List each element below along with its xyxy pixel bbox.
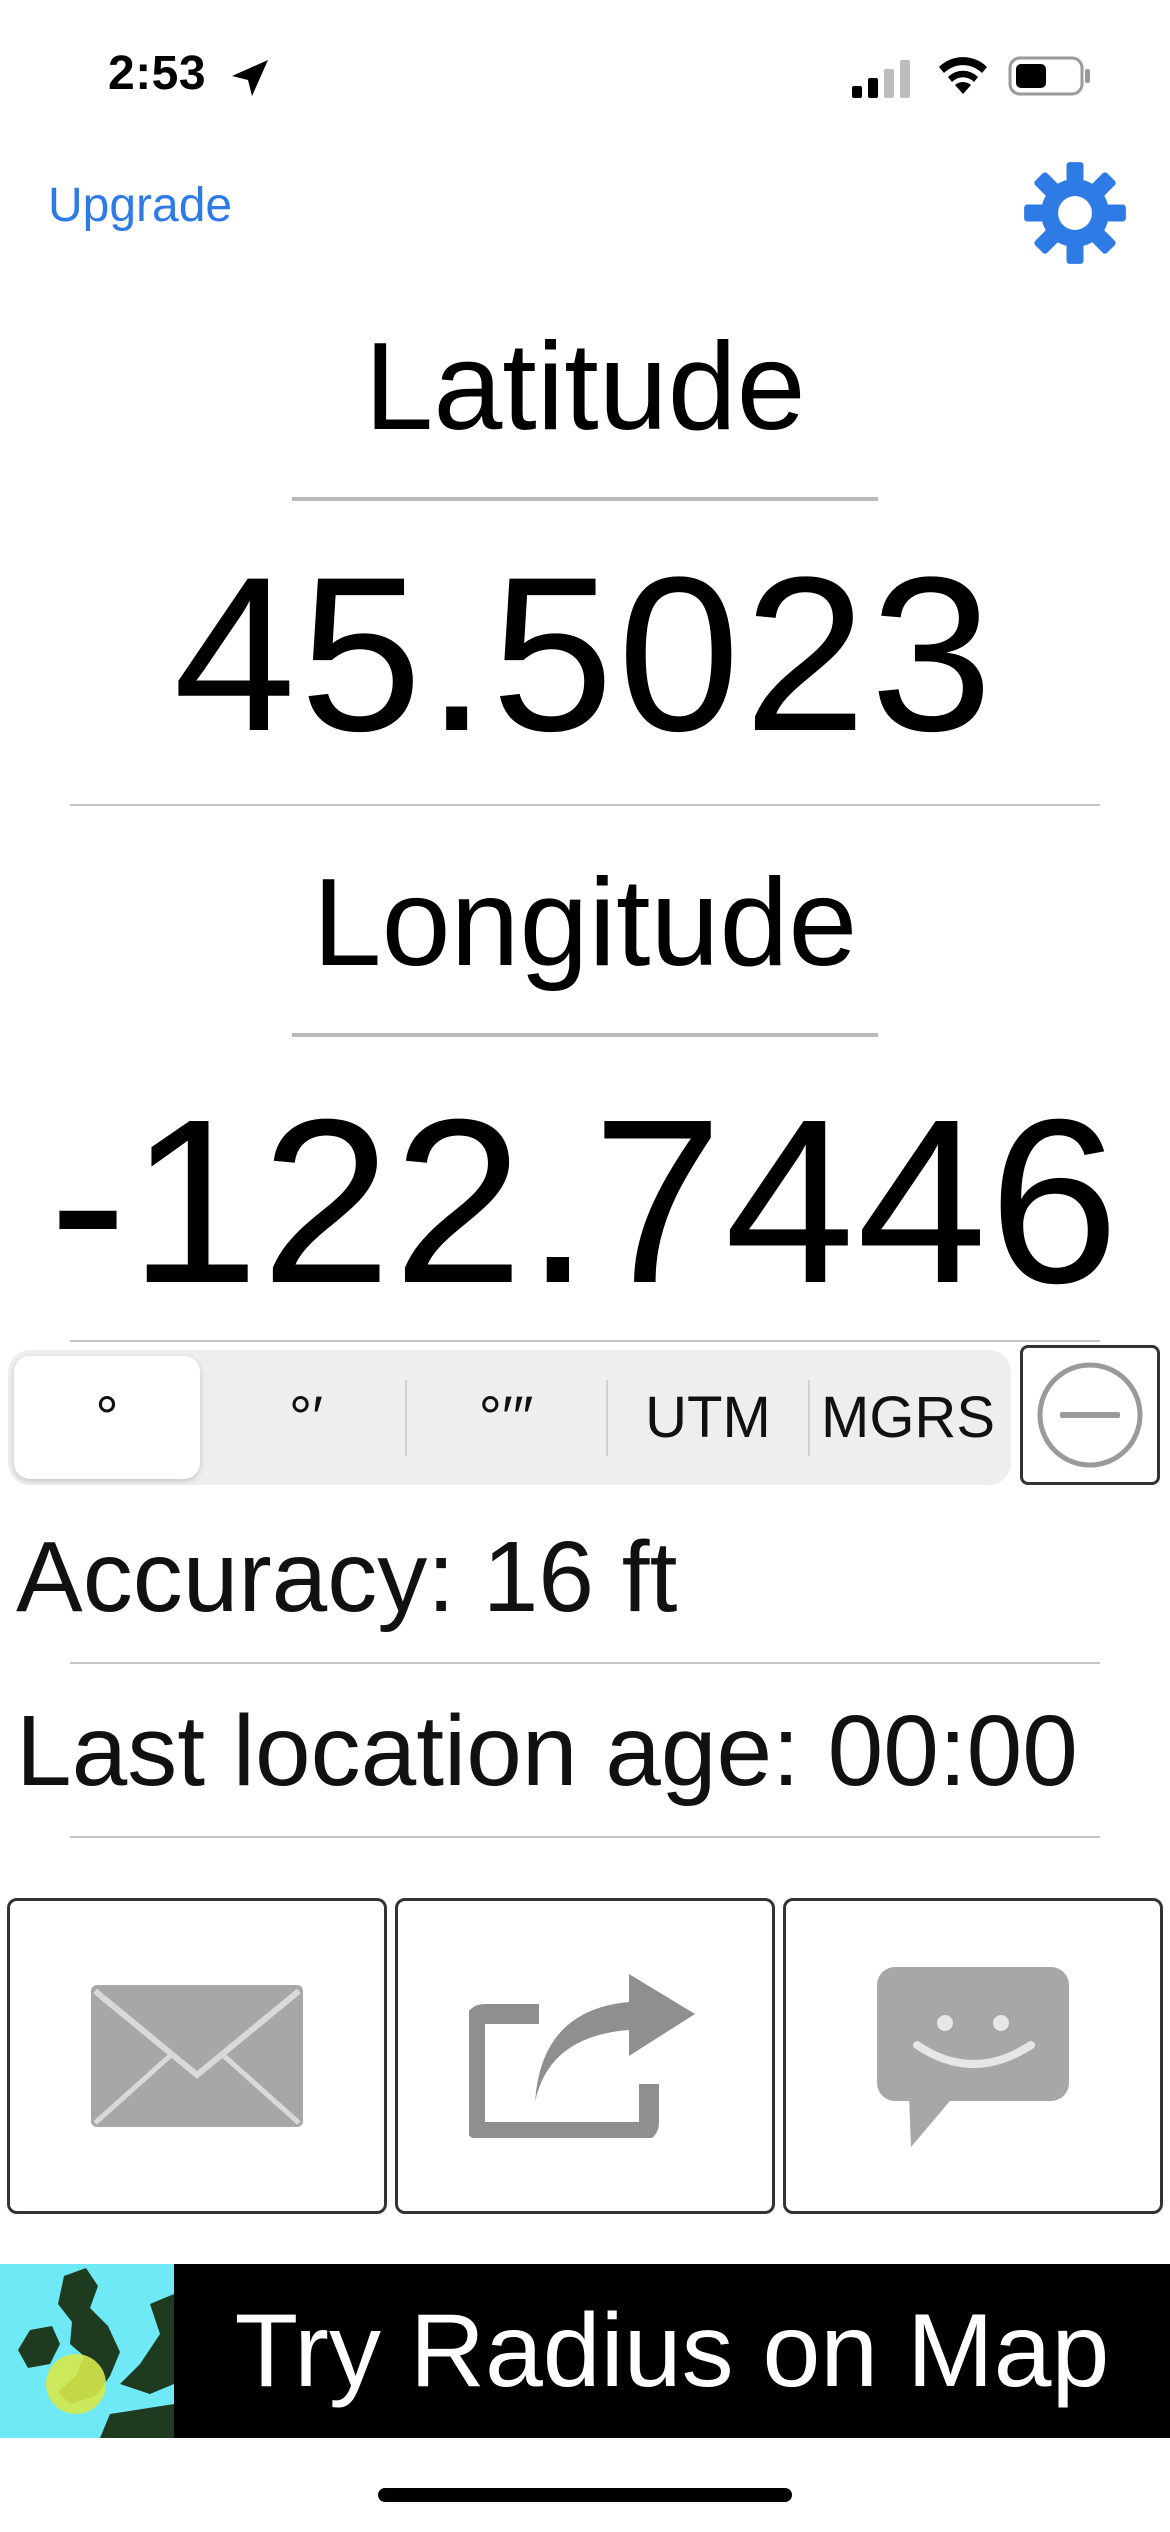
latitude-value: 45.5023: [173, 531, 997, 777]
latitude-label: Latitude: [364, 318, 806, 456]
banner-text: Try Radius on Map: [234, 2292, 1110, 2409]
accuracy-divider: [70, 1662, 1100, 1664]
upgrade-link[interactable]: Upgrade: [48, 178, 232, 233]
latitude-divider: [70, 804, 1100, 806]
status-time: 2:53: [108, 47, 207, 100]
segment-degrees[interactable]: °: [14, 1350, 200, 1485]
latitude-label-divider: [292, 497, 878, 501]
gear-icon[interactable]: [1022, 160, 1128, 266]
message-button[interactable]: [783, 1898, 1163, 2214]
location-arrow-icon: [232, 60, 268, 96]
share-icon: [469, 1974, 695, 2138]
share-button[interactable]: [395, 1898, 775, 2214]
home-indicator: [378, 2488, 792, 2502]
accuracy-text: Accuracy: 16 ft: [16, 1521, 678, 1633]
email-button[interactable]: [7, 1898, 387, 2214]
longitude-label: Longitude: [312, 854, 858, 992]
location-age-text: Last location age: 00:00: [16, 1695, 1078, 1807]
remove-button[interactable]: [1020, 1345, 1160, 1485]
location-age-divider: [70, 1836, 1100, 1838]
longitude-divider: [70, 1340, 1100, 1342]
segment-degrees-minutes[interactable]: °′: [208, 1350, 404, 1485]
mail-icon: [91, 1985, 303, 2127]
wifi-icon: [939, 57, 987, 94]
try-radius-banner[interactable]: Try Radius on Map: [0, 2264, 1170, 2438]
battery-icon: [1008, 56, 1090, 96]
minus-circle-icon: [1037, 1362, 1143, 1468]
cellular-signal-icon: [852, 60, 910, 98]
segment-degrees-minutes-seconds[interactable]: °′″: [406, 1350, 606, 1485]
map-radius-icon: [0, 2264, 174, 2438]
segment-utm[interactable]: UTM: [608, 1350, 808, 1485]
longitude-value: -122.7446: [49, 1070, 1121, 1332]
format-segmented-control: ° °′ °′″ UTM MGRS: [8, 1350, 1011, 1485]
segment-mgrs[interactable]: MGRS: [810, 1350, 1006, 1485]
message-icon: [877, 1967, 1069, 2147]
longitude-label-divider: [292, 1033, 878, 1037]
